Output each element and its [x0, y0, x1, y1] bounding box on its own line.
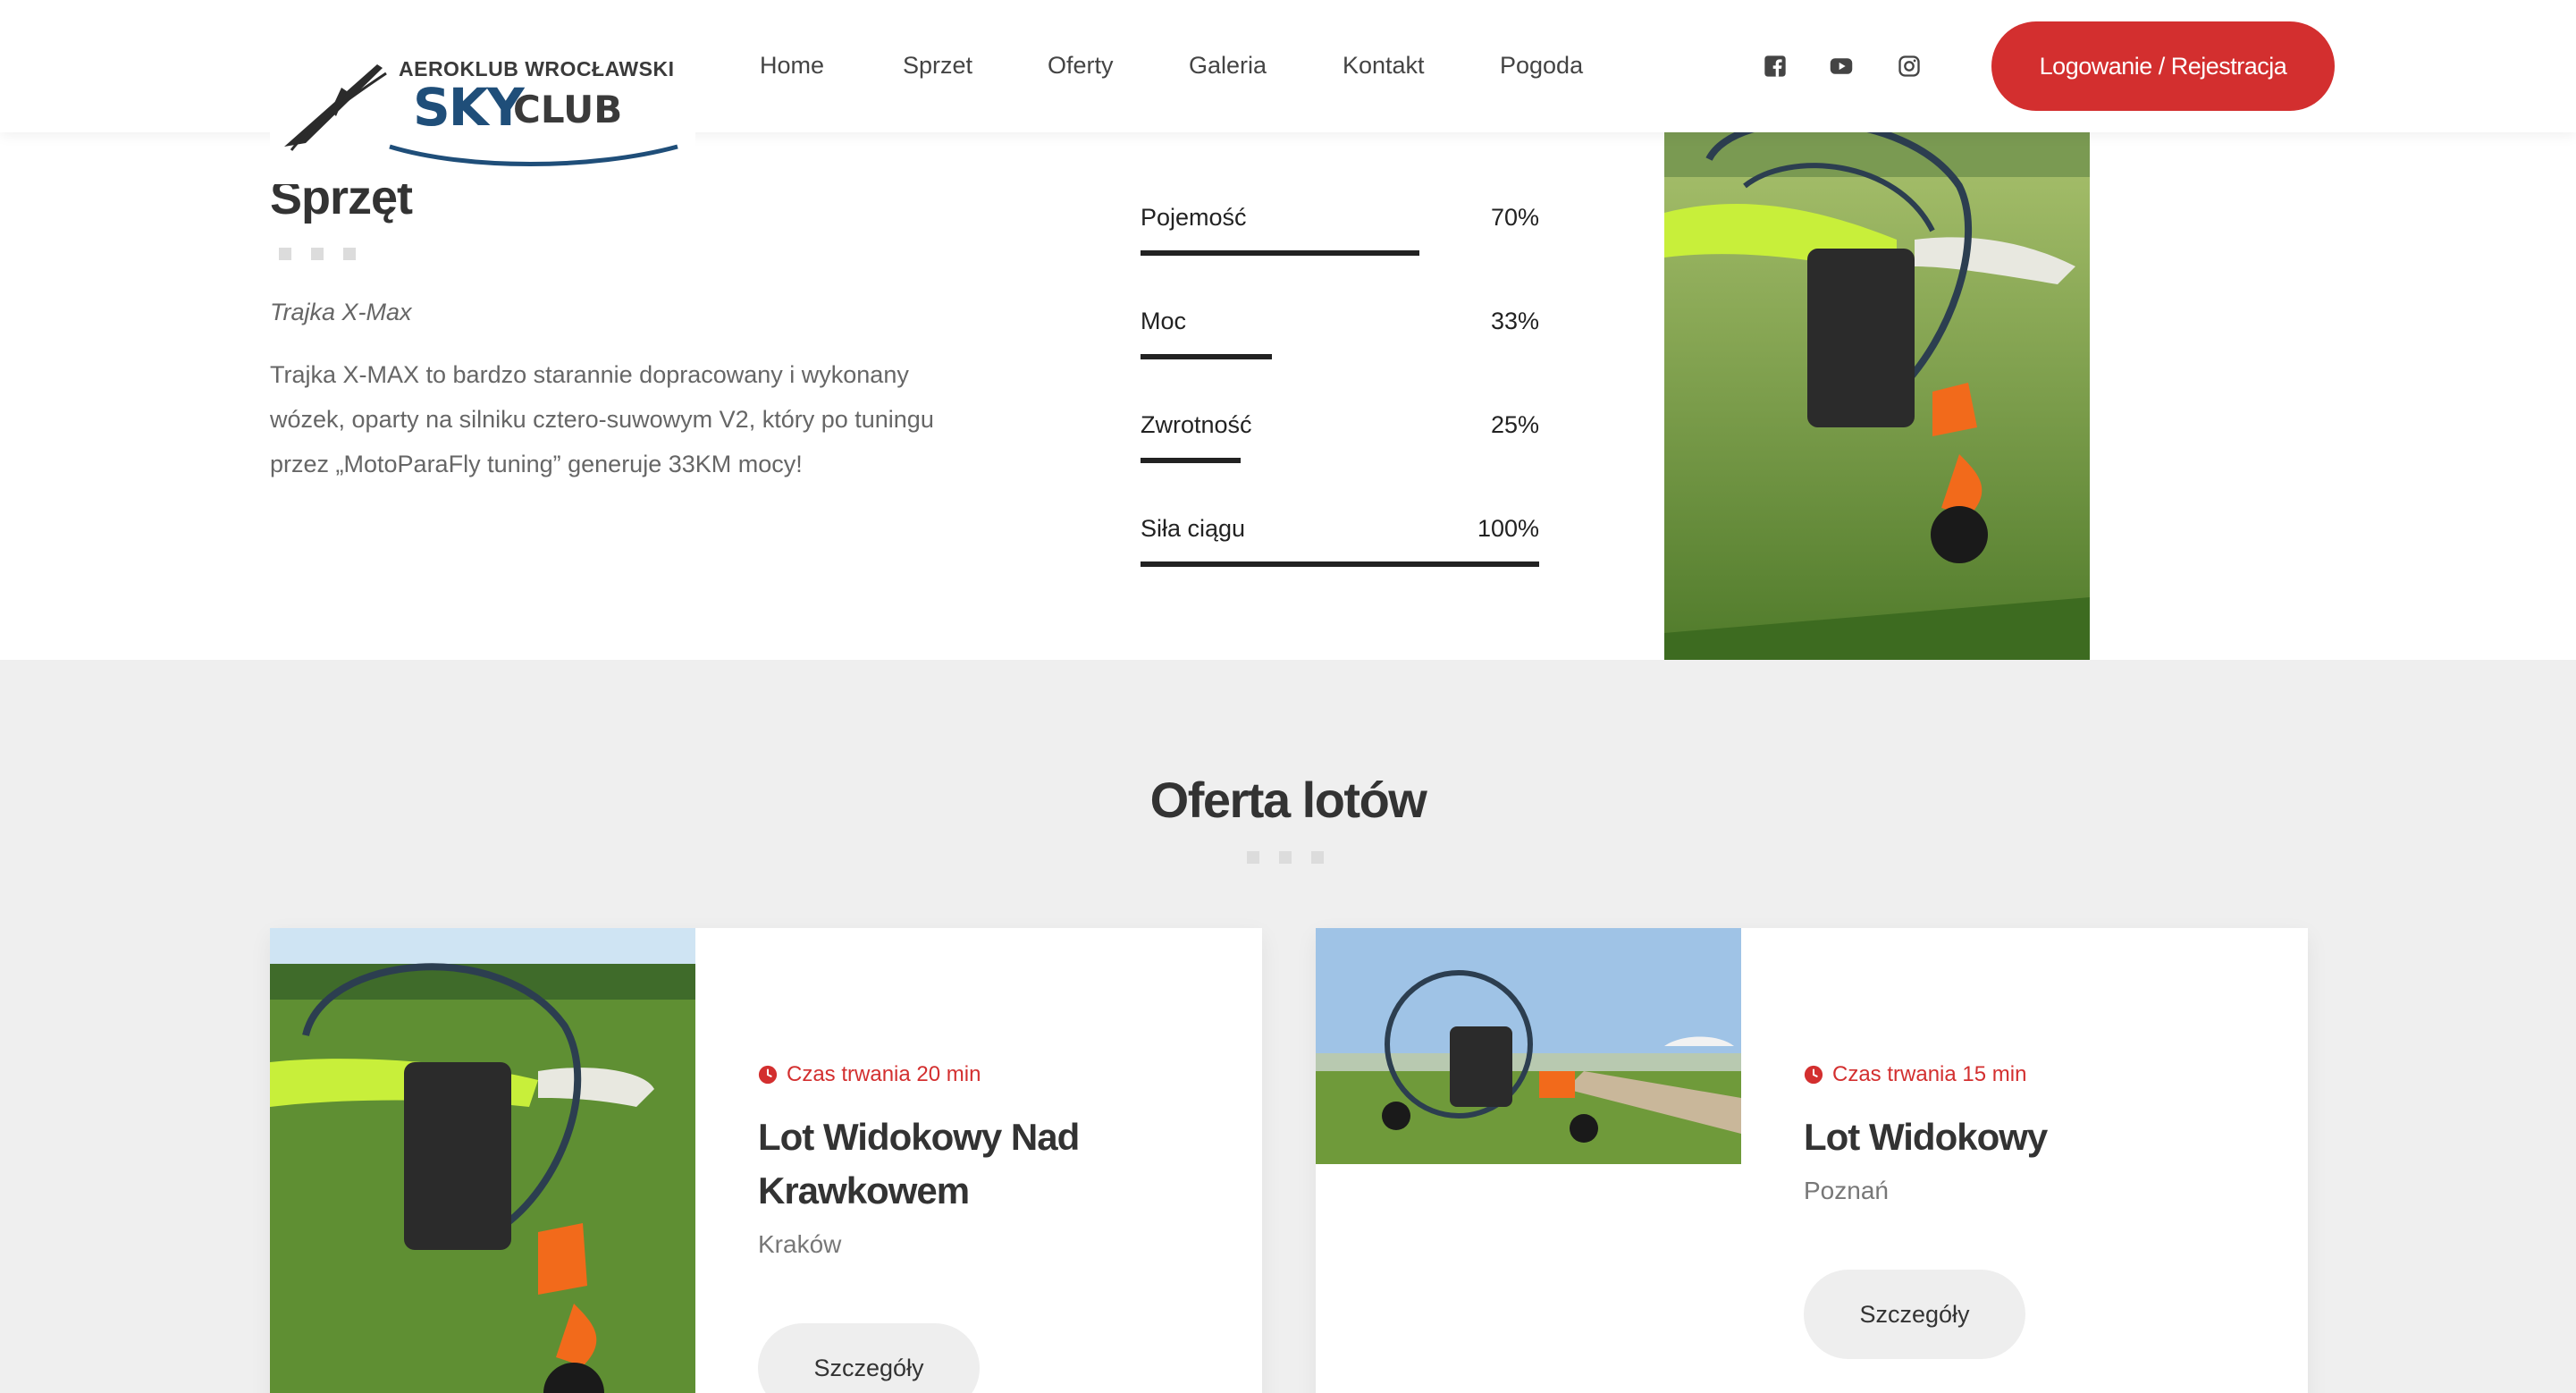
nav-pogoda[interactable]: Pogoda — [1500, 52, 1583, 80]
clock-icon — [758, 1065, 778, 1085]
site-logo[interactable]: AEROKLUB WROCŁAWSKI SKY CLUB — [270, 0, 695, 184]
duration-info: Czas trwania 20 min — [758, 1062, 981, 1087]
skill-label: Pojemość — [1141, 204, 1247, 231]
nav-home[interactable]: Home — [760, 52, 824, 80]
details-button[interactable]: Szczegóły — [1804, 1270, 2025, 1359]
offer-city: Poznań — [1804, 1177, 1889, 1204]
title-divider-dots — [1247, 851, 1324, 864]
equipment-section: Home Sprzet Oferty Galeria Kontakt Pogod… — [0, 0, 2576, 660]
skill-bar — [1141, 561, 1539, 567]
offer-photo — [270, 928, 695, 1393]
instagram-icon[interactable] — [1897, 54, 1922, 79]
duration-info: Czas trwania 15 min — [1804, 1062, 2026, 1087]
skill-label: Zwrotność — [1141, 411, 1252, 438]
equipment-subtitle: Trajka X-Max — [270, 299, 412, 325]
offer-title[interactable]: Lot Widokowy Nad Krawkowem — [758, 1110, 1259, 1218]
nav-galeria[interactable]: Galeria — [1189, 52, 1267, 80]
duration-text: Czas trwania 20 min — [787, 1062, 981, 1086]
logo-sky-text: SKY — [413, 77, 525, 138]
facebook-icon[interactable] — [1763, 54, 1788, 79]
logo-swoosh — [389, 144, 678, 166]
trike-photo — [1664, 132, 2090, 660]
offer-card[interactable]: Czas trwania 20 min Lot Widokowy Nad Kra… — [270, 928, 1262, 1393]
nav-sprzet[interactable]: Sprzet — [903, 52, 972, 80]
glider-icon — [284, 64, 387, 151]
skill-value: 25% — [1490, 411, 1539, 438]
login-register-button[interactable]: Logowanie / Rejestracja — [1991, 21, 2335, 111]
offers-section: Oferta lotów Czas trwania 20 min Lot Wid… — [0, 660, 2576, 1393]
youtube-icon[interactable] — [1829, 54, 1854, 79]
offer-city: Kraków — [758, 1230, 842, 1258]
offer-photo — [1316, 928, 1741, 1164]
offer-card[interactable]: Czas trwania 15 min Lot Widokowy Poznań … — [1316, 928, 2308, 1393]
details-button[interactable]: Szczegóły — [758, 1323, 980, 1393]
skill-label: Moc — [1141, 308, 1187, 334]
nav-oferty[interactable]: Oferty — [1048, 52, 1114, 80]
skill-value: 100% — [1477, 515, 1539, 542]
skill-value: 33% — [1490, 308, 1539, 334]
skill-bar — [1141, 354, 1273, 359]
duration-text: Czas trwania 15 min — [1832, 1062, 2027, 1086]
offer-title[interactable]: Lot Widokowy — [1804, 1110, 2304, 1164]
skill-value: 70% — [1490, 204, 1539, 231]
nav-kontakt[interactable]: Kontakt — [1343, 52, 1425, 80]
clock-icon — [1804, 1065, 1823, 1085]
skill-label: Siła ciągu — [1141, 515, 1246, 542]
title-divider-dots — [279, 248, 356, 260]
skill-bar — [1141, 458, 1241, 463]
offers-title: Oferta lotów — [1149, 772, 1427, 828]
equipment-description: Trajka X-MAX to bardzo starannie dopraco… — [270, 361, 934, 477]
skill-bar — [1141, 250, 1420, 256]
logo-club-text: CLUB — [513, 88, 623, 131]
